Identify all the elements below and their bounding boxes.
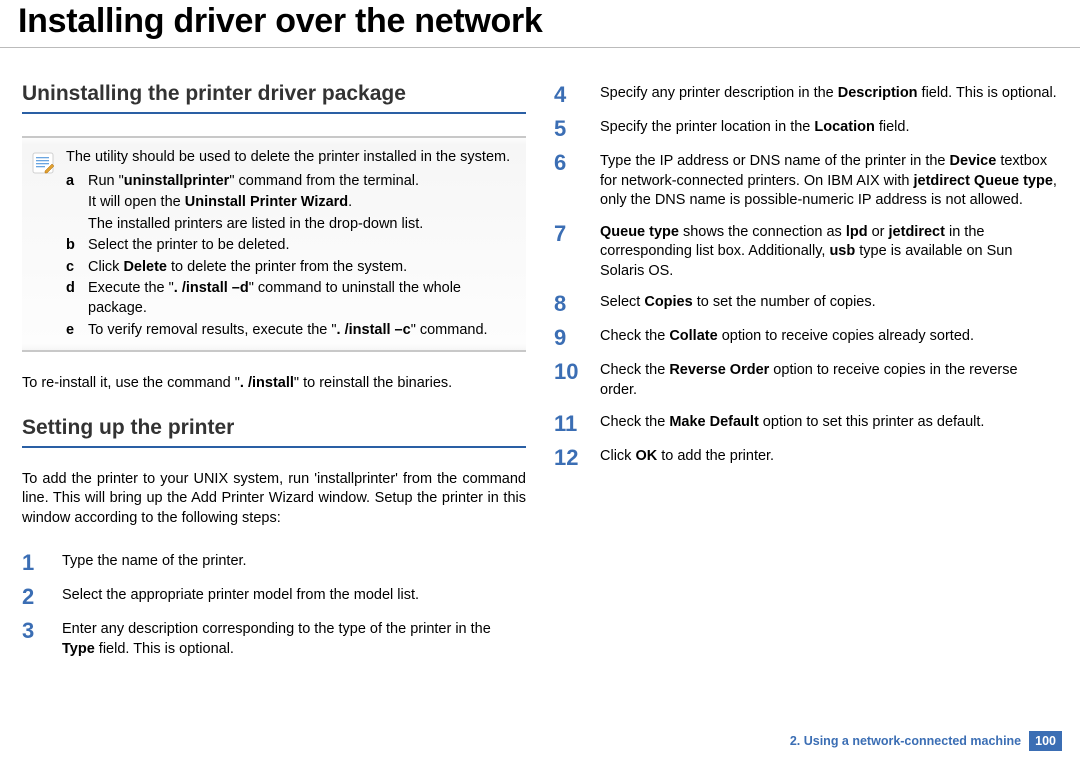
step-description: Check the Reverse Order option to receiv… (600, 359, 1058, 400)
sublist-item: a Run "uninstallprinter" command from the… (66, 172, 518, 192)
footer-chapter: 2. Using a network-connected machine (790, 734, 1021, 748)
left-column: Uninstalling the printer driver package … (22, 82, 526, 669)
heading-setup: Setting up the printer (22, 416, 526, 448)
note-body: The utility should be used to delete the… (66, 148, 518, 340)
sublist-item: c Click Delete to delete the printer from… (66, 258, 518, 278)
step-description: Select Copies to set the number of copie… (600, 291, 1058, 315)
step-number: 5 (554, 116, 588, 140)
step-description: Check the Collate option to receive copi… (600, 325, 1058, 349)
step-number: 1 (22, 550, 50, 574)
step-description: Enter any description corresponding to t… (62, 618, 526, 659)
setup-intro: To add the printer to your UNIX system, … (22, 470, 526, 529)
sublist-letter: c (66, 258, 80, 278)
footer-page-number: 100 (1029, 731, 1062, 751)
step-number: 2 (22, 584, 50, 608)
sublist-item: b Select the printer to be deleted. (66, 236, 518, 256)
sublist-item: dExecute the ". /install –d" command to … (66, 279, 518, 318)
step-description: Queue type shows the connection as lpd o… (600, 221, 1058, 282)
page-title: Installing driver over the network (0, 0, 1080, 48)
step-item: 3 Enter any description corresponding to … (22, 618, 526, 659)
step-item: 9 Check the Collate option to receive cop… (554, 325, 1058, 349)
sublist-text: To verify removal results, execute the "… (88, 321, 518, 341)
reinstall-text: To re-install it, use the command ". /in… (22, 374, 526, 394)
step-description: Type the name of the printer. (62, 550, 526, 574)
step-number: 4 (554, 82, 588, 106)
step-description: Click OK to add the printer. (600, 445, 1058, 469)
step-number: 7 (554, 221, 588, 282)
step-number: 8 (554, 291, 588, 315)
sublist-letter: a (66, 172, 80, 192)
step-item: 10 Check the Reverse Order option to rece… (554, 359, 1058, 400)
heading-uninstalling: Uninstalling the printer driver package (22, 82, 526, 114)
step-number: 9 (554, 325, 588, 349)
sublist-text: Select the printer to be deleted. (88, 236, 518, 256)
numbered-steps-left: 1 Type the name of the printer. 2 Select th… (22, 550, 526, 659)
step-number: 3 (22, 618, 50, 659)
step-item: 12 Click OK to add the printer. (554, 445, 1058, 469)
step-number: 10 (554, 359, 588, 400)
step-item: 1 Type the name of the printer. (22, 550, 526, 574)
sublist-text: Click Delete to delete the printer from … (88, 258, 518, 278)
numbered-steps-right: 4 Specify any printer description in the … (554, 82, 1058, 469)
page-footer: 2. Using a network-connected machine 100 (790, 731, 1062, 751)
step-number: 12 (554, 445, 588, 469)
step-item: 8 Select Copies to set the number of copi… (554, 291, 1058, 315)
sublist-indent-line: The installed printers are listed in the… (88, 215, 518, 235)
note-box: The utility should be used to delete the… (22, 136, 526, 352)
step-item: 5 Specify the printer location in the Loc… (554, 116, 1058, 140)
lettered-sublist: a Run "uninstallprinter" command from the… (66, 172, 518, 341)
note-intro-text: The utility should be used to delete the… (66, 148, 518, 168)
step-description: Select the appropriate printer model fro… (62, 584, 526, 608)
step-description: Type the IP address or DNS name of the p… (600, 150, 1058, 211)
sublist-text: Execute the ". /install –d" command to u… (88, 279, 518, 318)
step-item: 4 Specify any printer description in the … (554, 82, 1058, 106)
step-number: 11 (554, 411, 588, 435)
sublist-item: e To verify removal results, execute the … (66, 321, 518, 341)
sublist-letter: e (66, 321, 80, 341)
sublist-indent-line: It will open the Uninstall Printer Wizar… (88, 193, 518, 213)
step-item: 11 Check the Make Default option to set t… (554, 411, 1058, 435)
step-item: 6Type the IP address or DNS name of the … (554, 150, 1058, 211)
step-number: 6 (554, 150, 588, 211)
sublist-text: Run "uninstallprinter" command from the … (88, 172, 518, 192)
step-description: Specify the printer location in the Loca… (600, 116, 1058, 140)
pencil-note-icon (30, 150, 56, 340)
step-description: Check the Make Default option to set thi… (600, 411, 1058, 435)
sublist-letter: d (66, 279, 80, 318)
step-item: 2 Select the appropriate printer model fr… (22, 584, 526, 608)
content-columns: Uninstalling the printer driver package … (0, 48, 1080, 669)
sublist-letter: b (66, 236, 80, 256)
step-item: 7Queue type shows the connection as lpd … (554, 221, 1058, 282)
step-description: Specify any printer description in the D… (600, 82, 1058, 106)
right-column: 4 Specify any printer description in the … (554, 82, 1058, 669)
